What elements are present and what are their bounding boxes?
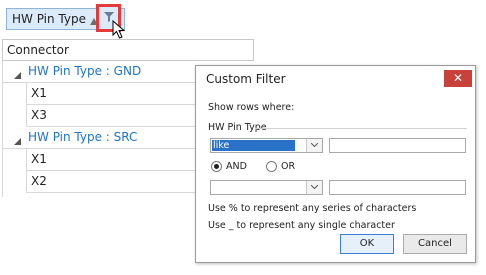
dropdown-arrow-icon[interactable] xyxy=(306,181,322,194)
operator-select-2[interactable] xyxy=(210,180,323,195)
collapse-arrow-icon[interactable] xyxy=(14,134,21,148)
group-row-label: HW Pin Type : SRC xyxy=(28,130,138,144)
operator-select-1[interactable]: like xyxy=(210,138,323,153)
dropdown-arrow-icon[interactable] xyxy=(306,139,322,152)
value-input-1[interactable] xyxy=(329,138,466,153)
column-header-connector[interactable]: Connector xyxy=(2,39,254,61)
or-radio-label[interactable]: OR xyxy=(281,161,295,172)
connector-cell: X1 xyxy=(31,86,47,100)
cancel-button[interactable]: Cancel xyxy=(403,234,467,254)
connector-cell: X1 xyxy=(31,152,47,166)
and-radio-label[interactable]: AND xyxy=(226,161,247,172)
dialog-title: Custom Filter xyxy=(206,72,286,86)
close-button[interactable]: ✕ xyxy=(444,70,472,87)
group-by-chip-label: HW Pin Type xyxy=(12,12,86,26)
or-radio[interactable] xyxy=(266,161,277,172)
section-divider xyxy=(255,128,467,129)
collapse-arrow-icon[interactable] xyxy=(14,68,21,82)
close-icon: ✕ xyxy=(452,71,464,85)
custom-filter-dialog: Custom Filter ✕ Show rows where: HW Pin … xyxy=(195,65,476,263)
ok-button[interactable]: OK xyxy=(340,234,394,254)
show-rows-label: Show rows where: xyxy=(208,102,295,113)
and-radio[interactable] xyxy=(211,161,222,172)
hint-percent-text: Use % to represent any series of charact… xyxy=(208,203,417,214)
column-header-label: Connector xyxy=(7,43,69,57)
operator-select-1-value: like xyxy=(212,140,295,151)
group-row-label: HW Pin Type : GND xyxy=(28,64,142,78)
connector-cell: X3 xyxy=(31,108,47,122)
value-input-2[interactable] xyxy=(329,180,466,195)
connector-cell: X2 xyxy=(31,174,47,188)
hint-underscore-text: Use _ to represent any single character xyxy=(208,220,395,231)
